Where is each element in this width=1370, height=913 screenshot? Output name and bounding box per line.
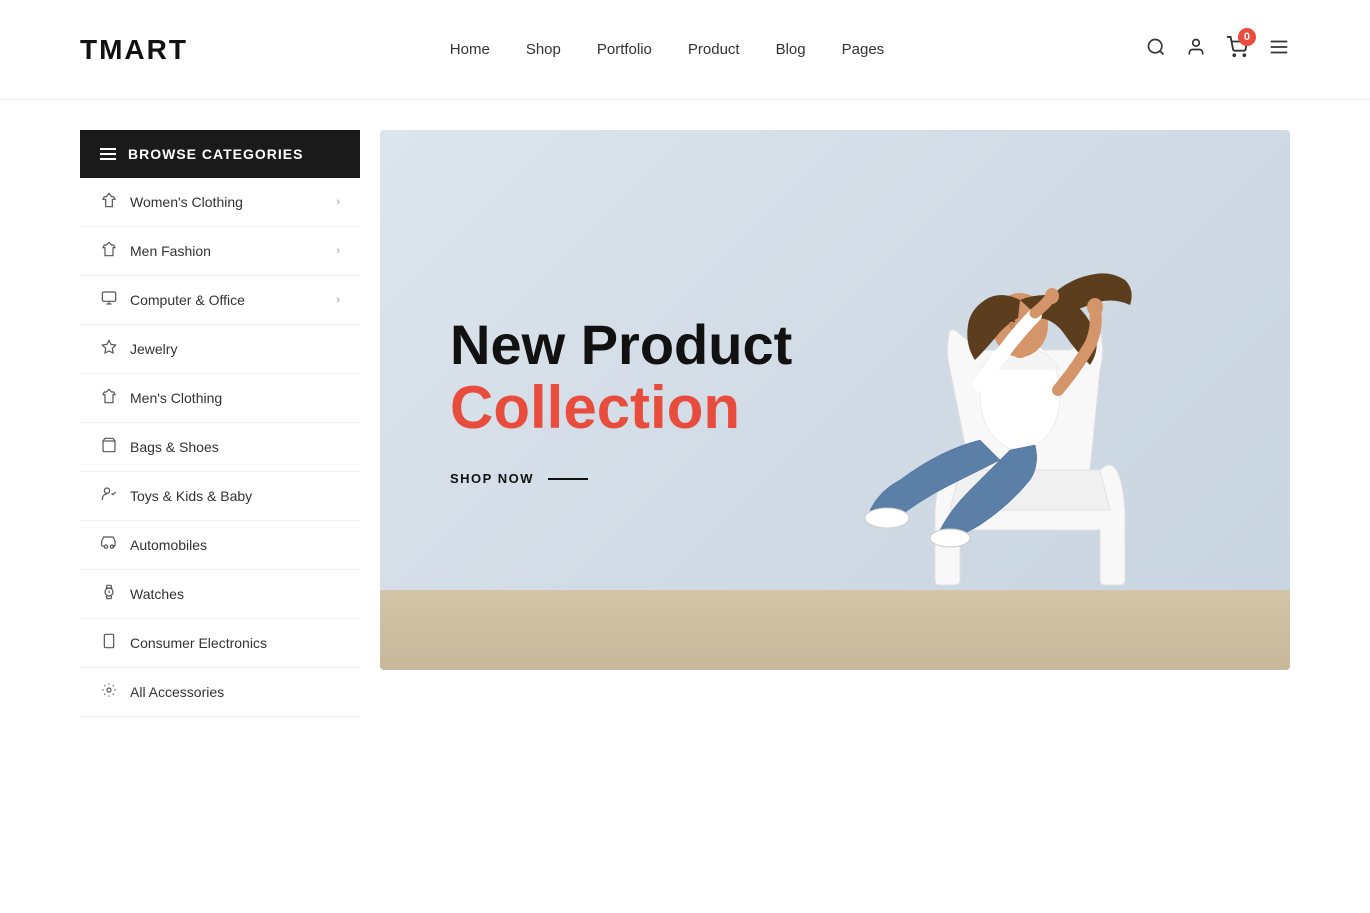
hero-title-line2: Collection xyxy=(450,375,792,441)
sidebar-item-toys-kids-baby[interactable]: Toys & Kids & Baby xyxy=(80,472,360,521)
sidebar-item-womens-clothing[interactable]: Women's Clothing › xyxy=(80,178,360,227)
sidebar: BROWSE CATEGORIES Women's Clothing › Men… xyxy=(80,130,360,717)
hero-title-line1: New Product xyxy=(450,314,792,376)
cart-badge: 0 xyxy=(1238,28,1256,46)
sidebar-item-label: Watches xyxy=(130,586,184,602)
sidebar-item-label: Computer & Office xyxy=(130,292,245,308)
electronics-icon xyxy=(100,633,118,653)
user-icon[interactable] xyxy=(1186,37,1206,63)
bags-icon xyxy=(100,437,118,457)
sidebar-item-label: Consumer Electronics xyxy=(130,635,267,651)
hero-cta-line xyxy=(548,478,588,480)
nav-home[interactable]: Home xyxy=(450,41,490,58)
chevron-right-icon: › xyxy=(336,294,340,306)
sidebar-item-label: Toys & Kids & Baby xyxy=(130,488,252,504)
sidebar-item-label: Automobiles xyxy=(130,537,207,553)
sidebar-header: BROWSE CATEGORIES xyxy=(80,130,360,178)
sidebar-item-automobiles[interactable]: Automobiles xyxy=(80,521,360,570)
site-header: TMART Home Shop Portfolio Product Blog P… xyxy=(0,0,1370,100)
menu-icon[interactable] xyxy=(1268,36,1290,64)
jewelry-icon xyxy=(100,339,118,359)
hero-cta-label: SHOP NOW xyxy=(450,471,534,486)
sidebar-item-label: Men Fashion xyxy=(130,243,211,259)
chevron-right-icon: › xyxy=(336,245,340,257)
womens-clothing-icon xyxy=(100,192,118,212)
nav-portfolio[interactable]: Portfolio xyxy=(597,41,652,58)
computer-icon xyxy=(100,290,118,310)
cart-icon[interactable]: 0 xyxy=(1226,36,1248,64)
nav-pages[interactable]: Pages xyxy=(842,41,885,58)
sidebar-item-label: All Accessories xyxy=(130,684,224,700)
sidebar-item-label: Women's Clothing xyxy=(130,194,243,210)
header-icons: 0 xyxy=(1146,36,1290,64)
sidebar-item-consumer-electronics[interactable]: Consumer Electronics xyxy=(80,619,360,668)
men-fashion-icon xyxy=(100,241,118,261)
sidebar-header-label: BROWSE CATEGORIES xyxy=(128,146,303,162)
sidebar-item-men-fashion[interactable]: Men Fashion › xyxy=(80,227,360,276)
hero-banner: New Product Collection SHOP NOW xyxy=(380,130,1290,670)
hero-content: New Product Collection SHOP NOW xyxy=(380,254,862,547)
nav-blog[interactable]: Blog xyxy=(776,41,806,58)
hero-cta-button[interactable]: SHOP NOW xyxy=(450,471,792,486)
main-nav: Home Shop Portfolio Product Blog Pages xyxy=(450,41,884,58)
sidebar-item-jewelry[interactable]: Jewelry xyxy=(80,325,360,374)
toys-icon xyxy=(100,486,118,506)
sidebar-item-computer-office[interactable]: Computer & Office › xyxy=(80,276,360,325)
sidebar-item-label: Men's Clothing xyxy=(130,390,222,406)
mens-clothing-icon xyxy=(100,388,118,408)
menu-lines-icon xyxy=(100,148,116,160)
main-content: BROWSE CATEGORIES Women's Clothing › Men… xyxy=(0,100,1370,717)
sidebar-item-mens-clothing[interactable]: Men's Clothing xyxy=(80,374,360,423)
nav-shop[interactable]: Shop xyxy=(526,41,561,58)
sidebar-item-label: Bags & Shoes xyxy=(130,439,219,455)
accessories-icon xyxy=(100,682,118,702)
search-icon[interactable] xyxy=(1146,37,1166,63)
chevron-right-icon: › xyxy=(336,196,340,208)
sidebar-item-label: Jewelry xyxy=(130,341,177,357)
sidebar-item-bags-shoes[interactable]: Bags & Shoes xyxy=(80,423,360,472)
nav-product[interactable]: Product xyxy=(688,41,740,58)
site-logo[interactable]: TMART xyxy=(80,34,188,66)
sidebar-item-all-accessories[interactable]: All Accessories xyxy=(80,668,360,717)
watches-icon xyxy=(100,584,118,604)
automobiles-icon xyxy=(100,535,118,555)
sidebar-item-watches[interactable]: Watches xyxy=(80,570,360,619)
